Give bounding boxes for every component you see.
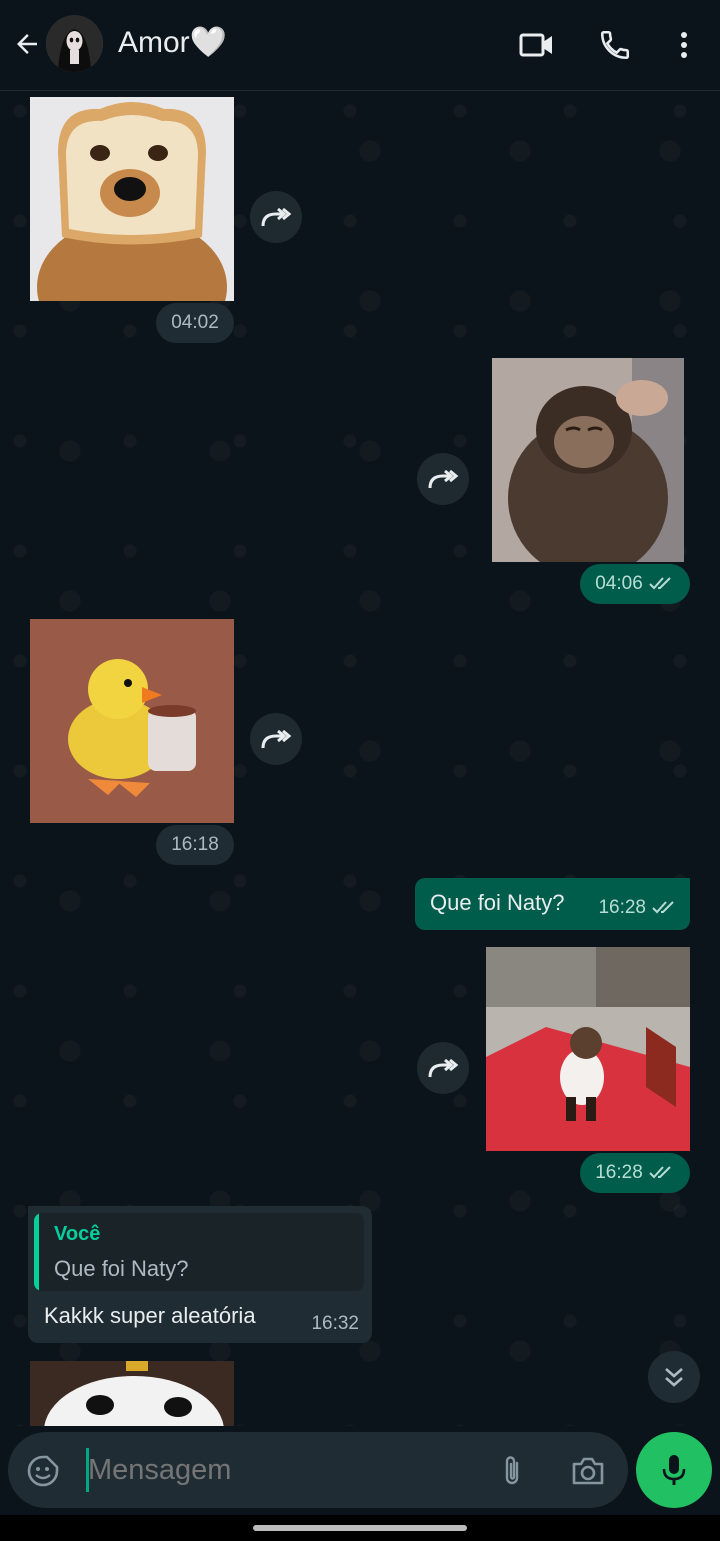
read-receipt-icon [649, 577, 671, 590]
message-time: 16:18 [156, 825, 234, 865]
forward-icon[interactable] [250, 713, 302, 765]
message-text: Que foi Naty? [430, 890, 565, 915]
read-receipt-icon [649, 1166, 671, 1179]
gesture-handle[interactable] [253, 1525, 467, 1531]
more-vertical-icon[interactable] [666, 26, 702, 64]
chat-header: Amor🤍 [0, 0, 720, 91]
message-meta: 16:28 [598, 897, 678, 919]
video-call-icon[interactable] [517, 27, 557, 63]
camera-icon[interactable] [568, 1452, 608, 1490]
phone-icon[interactable] [596, 26, 634, 64]
scroll-to-bottom-button[interactable] [648, 1351, 700, 1403]
message-composer [8, 1432, 628, 1508]
voice-record-button[interactable] [636, 1432, 712, 1508]
message-input[interactable] [88, 1452, 478, 1488]
contact-name[interactable]: Amor🤍 [118, 25, 227, 60]
emoji-sticker-icon[interactable] [24, 1452, 62, 1490]
quoted-message[interactable]: Você Que foi Naty? [34, 1213, 364, 1291]
forward-icon[interactable] [417, 453, 469, 505]
quoted-text: Que foi Naty? [54, 1256, 189, 1281]
message-text: Kakkk super aleatória [44, 1303, 256, 1328]
quote-accent-bar [34, 1213, 39, 1291]
sticker-image[interactable] [486, 947, 690, 1151]
read-receipt-icon [652, 901, 674, 914]
double-chevron-down-icon [665, 1368, 683, 1387]
message-time: 04:02 [156, 303, 234, 343]
chat-area[interactable]: 04:02 04:06 16:18 Que foi Naty? 16:28 16… [0, 91, 720, 1426]
sticker-image[interactable] [492, 358, 684, 562]
attach-icon[interactable] [494, 1452, 530, 1490]
forward-icon[interactable] [250, 191, 302, 243]
quoted-author: Você [54, 1223, 101, 1245]
system-nav-bar [0, 1515, 720, 1541]
sticker-image[interactable] [30, 619, 234, 823]
contact-avatar[interactable] [46, 15, 103, 72]
back-arrow-icon[interactable] [8, 25, 46, 63]
microphone-icon [662, 1455, 686, 1485]
incoming-message-bubble[interactable]: Você Que foi Naty? Kakkk super aleatória… [28, 1206, 372, 1343]
sticker-image[interactable] [30, 97, 234, 301]
outgoing-message-bubble[interactable]: Que foi Naty? 16:28 [415, 878, 690, 930]
forward-icon[interactable] [417, 1042, 469, 1094]
message-time: 16:32 [311, 1313, 359, 1334]
message-time: 04:06 [580, 564, 690, 604]
message-time: 16:28 [580, 1153, 690, 1193]
sticker-image[interactable] [30, 1361, 234, 1426]
